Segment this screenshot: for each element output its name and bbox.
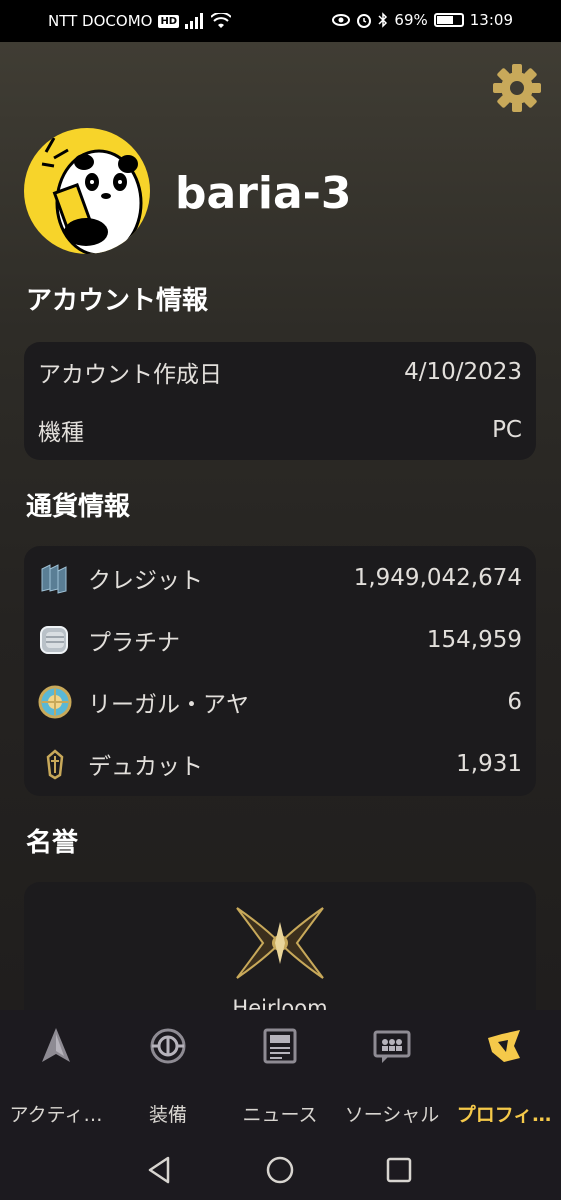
profile-screen: baria-3 アカウント情報 アカウント作成日 4/10/2023 機種 PC… [0,42,561,1010]
bottom-nav: アクティ… 装備 ニュース ソーシャル プロフィ… [0,1010,561,1140]
currency-value: 1,949,042,674 [353,565,522,591]
signal-icon [185,13,204,29]
account-info-title: アカウント情報 [26,286,209,316]
nav-label: ソーシャル [344,1104,440,1126]
alarm-icon [357,14,372,28]
currency-label: リーガル・アヤ [88,692,249,718]
honor-title: 名誉 [26,828,79,858]
platinum-icon [40,626,68,654]
nav-item-news[interactable]: ニュース [224,1010,336,1140]
battery-percent: 69% [394,11,428,29]
account-info-card: アカウント作成日 4/10/2023 機種 PC [24,342,536,460]
bluetooth-icon [378,12,388,28]
back-icon[interactable] [144,1154,176,1186]
gear-icon[interactable] [491,62,543,114]
carrier-name: NTT DOCOMO [48,12,153,30]
battery-icon [433,13,464,27]
heirloom-emblem-icon [236,907,324,979]
regal-aya-icon [38,685,72,719]
account-row-label: アカウント作成日 [38,362,222,388]
avatar[interactable] [24,128,150,254]
currency-value: 154,959 [426,627,522,653]
nav-item-activity[interactable]: アクティ… [0,1010,112,1140]
currency-row-ducats: デュカット 1,931 [24,744,536,784]
currency-label: プラチナ [88,630,180,656]
ducats-icon [46,749,64,780]
honor-name: Heirloom [232,996,328,1010]
honor-card[interactable]: Heirloom [24,882,536,1010]
currency-value: 1,931 [456,751,522,777]
nav-label: 装備 [148,1104,187,1126]
account-row-platform: 機種 PC [24,410,536,450]
panda-avatar-icon [41,137,143,254]
credits-icon [41,564,67,594]
status-right: 69% 13:09 [332,11,513,29]
eye-icon [332,14,351,26]
currency-info-card: クレジット 1,949,042,674 プラチナ 154,959 リーガル・アヤ… [24,546,536,796]
nav-label: アクティ… [9,1104,103,1126]
wifi-icon [211,13,232,28]
account-row-value: 4/10/2023 [404,359,522,385]
clock: 13:09 [469,11,513,29]
profile-icon [488,1030,520,1062]
status-left: NTT DOCOMO HD [48,12,232,30]
currency-label: クレジット [88,568,203,594]
social-icon [373,1030,411,1063]
currency-label: デュカット [88,754,203,780]
account-row-label: 機種 [38,420,84,446]
currency-info-title: 通貨情報 [26,492,131,522]
rocket-icon [42,1028,70,1062]
nav-item-loadout[interactable]: 装備 [112,1010,224,1140]
nav-label: ニュース [242,1104,318,1126]
home-icon[interactable] [264,1154,296,1186]
username: baria-3 [175,168,352,219]
hd-badge: HD [158,14,180,28]
currency-row-platinum: プラチナ 154,959 [24,620,536,660]
recents-icon[interactable] [383,1154,415,1186]
account-row-value: PC [492,417,522,443]
currency-value: 6 [507,689,522,715]
currency-row-regal-aya: リーガル・アヤ 6 [24,682,536,722]
currency-row-credits: クレジット 1,949,042,674 [24,558,536,598]
nav-label: プロフィ… [456,1104,552,1126]
nav-item-profile[interactable]: プロフィ… [448,1010,560,1140]
account-row-created: アカウント作成日 4/10/2023 [24,352,536,392]
nav-item-social[interactable]: ソーシャル [336,1010,448,1140]
system-nav-bar [0,1140,561,1200]
status-bar: NTT DOCOMO HD 69% 13:09 [0,0,561,42]
news-icon [263,1028,297,1064]
loadout-icon [150,1028,186,1064]
